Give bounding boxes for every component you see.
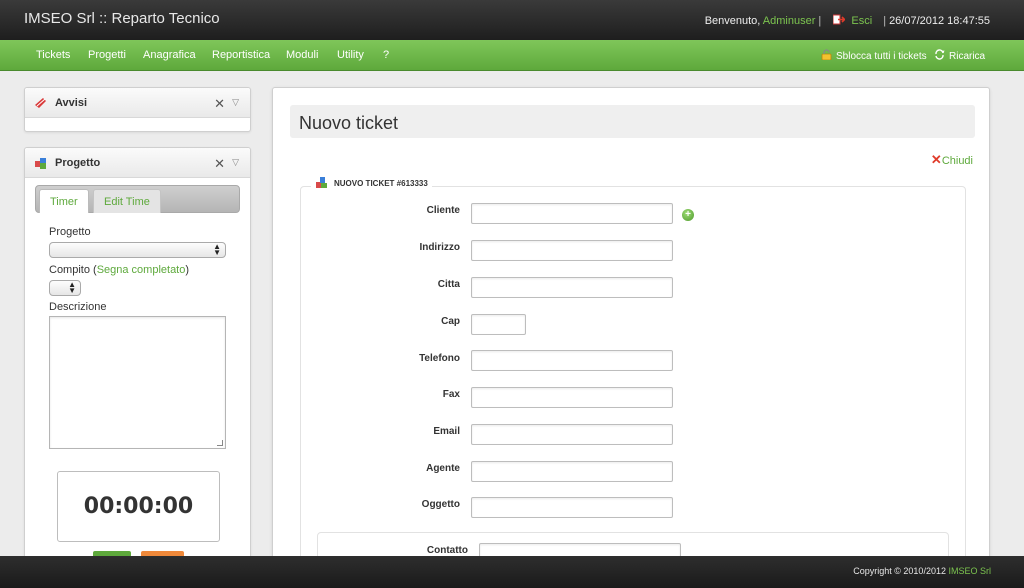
select-arrows-icon: ▲ ▼ <box>213 242 221 257</box>
close-ticket-link[interactable]: ✕Chiudi <box>931 152 973 168</box>
footer-copyright: Copyright © 2010/2012 IMSEO Srl <box>853 566 991 576</box>
cubes-icon <box>315 176 328 189</box>
avvisi-widget-header: Avvisi ✕ ▽ <box>25 88 250 118</box>
logout-icon[interactable] <box>832 14 846 25</box>
progetto-widget: Progetto ✕ ▽ Timer Edit Time Progetto ▲ ▼… <box>24 147 251 567</box>
form-legend-text: NUOVO TICKET #613333 <box>334 179 428 188</box>
description-label: Descrizione <box>49 301 107 313</box>
menu-item-tickets[interactable]: Tickets <box>36 49 70 61</box>
page-title-bar: Nuovo ticket <box>290 105 975 138</box>
reload-label: Ricarica <box>949 51 986 62</box>
timer-display: 00:00:00 <box>57 471 220 542</box>
field-label-citta: Citta <box>437 279 460 290</box>
megaphone-icon <box>34 96 48 110</box>
avvisi-widget: Avvisi ✕ ▽ <box>24 87 251 132</box>
close-ticket-label: Chiudi <box>941 155 973 167</box>
page-title: Nuovo ticket <box>299 113 399 133</box>
tab-edit-time[interactable]: Edit Time <box>93 189 161 213</box>
chevron-down-icon[interactable]: ▽ <box>232 97 239 108</box>
field-label-cliente: Cliente <box>426 205 460 216</box>
task-label-end: ) <box>185 264 190 276</box>
field-label-contatto: Contatto <box>426 545 468 556</box>
refresh-icon <box>934 49 945 60</box>
timer-tabs: Timer Edit Time <box>35 185 240 213</box>
chevron-down-icon[interactable]: ▽ <box>232 157 239 168</box>
tab-timer[interactable]: Timer <box>39 189 89 213</box>
field-label-fax: Fax <box>442 389 460 400</box>
logout-link[interactable]: Esci <box>851 15 872 27</box>
username-link[interactable]: Adminuser <box>763 15 816 27</box>
main-menu: Tickets Progetti Anagrafica Reportistica… <box>0 40 1024 71</box>
close-icon: ✕ <box>930 152 942 167</box>
cap-input[interactable] <box>471 314 526 335</box>
datetime: 26/07/2012 18:47:55 <box>889 15 990 27</box>
oggetto-input[interactable] <box>471 497 673 518</box>
company-link[interactable]: IMSEO Srl <box>948 566 991 576</box>
field-label-agente: Agente <box>426 463 460 474</box>
field-label-oggetto: Oggetto <box>421 499 460 510</box>
cubes-icon <box>34 156 48 170</box>
select-arrows-icon: ▲ ▼ <box>68 280 76 295</box>
form-legend: NUOVO TICKET #613333 <box>311 176 432 189</box>
task-label: Compito (Segna completato) <box>49 264 189 276</box>
main-panel: Nuovo ticket ✕Chiudi NUOVO TICKET #61333… <box>272 87 990 567</box>
user-info: Benvenuto, Adminuser | Esci | 26/07/2012 1… <box>704 14 990 27</box>
progetto-widget-header: Progetto ✕ ▽ <box>25 148 250 178</box>
unlock-tickets-button[interactable]: Sblocca tutti i tickets <box>821 49 927 62</box>
menu-item-help[interactable]: ? <box>383 49 389 61</box>
telefono-input[interactable] <box>471 350 673 371</box>
close-icon[interactable]: ✕ <box>214 156 225 172</box>
email-input[interactable] <box>471 424 673 445</box>
timer-value: 00:00:00 <box>83 494 194 519</box>
copyright-text: Copyright © 2010/2012 <box>853 566 946 576</box>
field-label-email: Email <box>433 426 460 437</box>
project-select[interactable]: ▲ ▼ <box>49 242 226 258</box>
project-label: Progetto <box>49 226 91 238</box>
field-label-telefono: Telefono <box>419 353 460 364</box>
unlock-tickets-label: Sblocca tutti i tickets <box>836 51 927 62</box>
menu-item-anagrafica[interactable]: Anagrafica <box>143 49 196 61</box>
progetto-title: Progetto <box>55 157 101 169</box>
cliente-input[interactable] <box>471 203 673 224</box>
task-label-text: Compito ( <box>49 264 97 276</box>
menu-item-progetti[interactable]: Progetti <box>88 49 126 61</box>
lock-icon <box>821 49 832 61</box>
close-icon[interactable]: ✕ <box>214 96 225 112</box>
field-label-indirizzo: Indirizzo <box>419 242 460 253</box>
fax-input[interactable] <box>471 387 673 408</box>
menu-item-moduli[interactable]: Moduli <box>286 49 318 61</box>
description-textarea[interactable] <box>49 316 226 449</box>
app-title: IMSEO Srl :: Reparto Tecnico <box>24 10 220 27</box>
menu-item-utility[interactable]: Utility <box>337 49 364 61</box>
indirizzo-input[interactable] <box>471 240 673 261</box>
add-client-icon[interactable]: + <box>682 209 694 221</box>
task-select[interactable]: ▲ ▼ <box>49 280 81 296</box>
reload-button[interactable]: Ricarica <box>934 49 985 62</box>
resize-handle-icon[interactable] <box>217 440 223 446</box>
field-label-cap: Cap <box>441 316 460 327</box>
citta-input[interactable] <box>471 277 673 298</box>
mark-completed-link[interactable]: Segna completato <box>97 264 186 276</box>
top-bar: IMSEO Srl :: Reparto Tecnico Benvenuto, … <box>0 0 1024 40</box>
menu-item-reportistica[interactable]: Reportistica <box>212 49 270 61</box>
agente-input[interactable] <box>471 461 673 482</box>
avvisi-title: Avvisi <box>55 97 88 109</box>
footer: Copyright © 2010/2012 IMSEO Srl <box>0 556 1024 588</box>
welcome-text: Benvenuto, <box>704 15 761 27</box>
